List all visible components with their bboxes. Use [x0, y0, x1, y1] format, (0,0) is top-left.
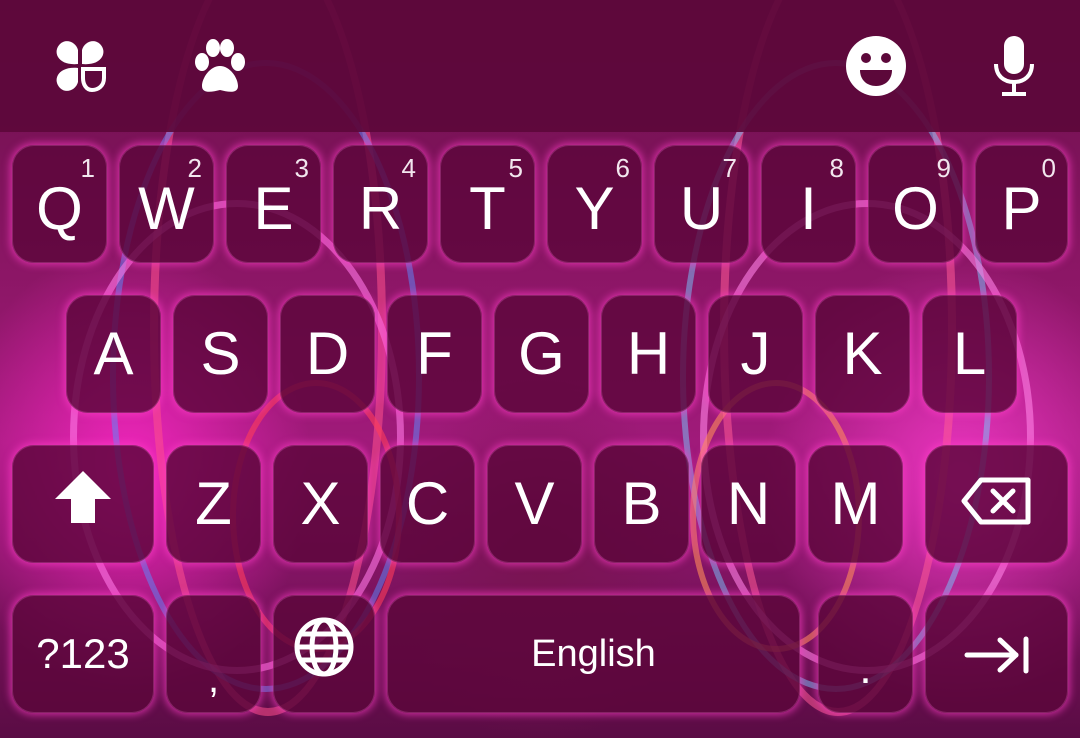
key-l[interactable]: L: [922, 295, 1017, 413]
key-j[interactable]: J: [708, 295, 803, 413]
period-key[interactable]: .: [818, 595, 913, 713]
emoji-icon[interactable]: [844, 34, 908, 98]
key-y[interactable]: 6Y: [547, 145, 642, 263]
key-k[interactable]: K: [815, 295, 910, 413]
symbols-key[interactable]: ?123: [12, 595, 154, 713]
key-c[interactable]: C: [380, 445, 475, 563]
key-n[interactable]: N: [701, 445, 796, 563]
key-label: J: [740, 320, 771, 387]
key-w[interactable]: 2W: [119, 145, 214, 263]
language-key[interactable]: [273, 595, 375, 713]
key-label: Q: [36, 175, 83, 242]
key-hint: 8: [829, 153, 844, 183]
key-label: L: [952, 320, 987, 387]
key-t[interactable]: 5T: [440, 145, 535, 263]
enter-key[interactable]: [925, 595, 1068, 713]
comma-key[interactable]: ,: [166, 595, 261, 713]
key-e[interactable]: 3E: [226, 145, 321, 263]
suggestion-toolbar: [0, 0, 1080, 132]
key-label: T: [469, 175, 506, 242]
key-i[interactable]: 8I: [761, 145, 856, 263]
key-hint: 3: [294, 153, 309, 183]
key-label: U: [679, 175, 724, 242]
key-label: D: [305, 320, 350, 387]
key-label: A: [93, 320, 134, 387]
key-label: C: [405, 470, 450, 537]
key-label: R: [358, 175, 403, 242]
key-hint: 5: [508, 153, 523, 183]
key-label: E: [253, 175, 294, 242]
key-label: B: [621, 470, 662, 537]
key-label: F: [416, 320, 453, 387]
comma-label: ,: [207, 657, 220, 701]
key-label: Y: [574, 175, 615, 242]
key-x[interactable]: X: [273, 445, 368, 563]
microphone-icon[interactable]: [982, 34, 1046, 98]
key-label: V: [514, 470, 555, 537]
key-p[interactable]: 0P: [975, 145, 1068, 263]
key-h[interactable]: H: [601, 295, 696, 413]
key-label: G: [518, 320, 565, 387]
key-b[interactable]: B: [594, 445, 689, 563]
key-label: I: [800, 175, 817, 242]
globe-icon: [293, 616, 355, 692]
key-label: H: [626, 320, 671, 387]
key-hint: 6: [615, 153, 630, 183]
key-o[interactable]: 9O: [868, 145, 963, 263]
key-label: K: [842, 320, 883, 387]
key-z[interactable]: Z: [166, 445, 261, 563]
key-label: N: [726, 470, 771, 537]
key-q[interactable]: 1Q: [12, 145, 107, 263]
key-hint: 0: [1041, 153, 1056, 183]
key-v[interactable]: V: [487, 445, 582, 563]
symbols-label: ?123: [36, 630, 130, 677]
key-hint: 2: [187, 153, 202, 183]
key-a[interactable]: A: [66, 295, 161, 413]
key-label: W: [138, 175, 195, 242]
backspace-icon: [961, 470, 1033, 539]
key-hint: 7: [722, 153, 737, 183]
backspace-key[interactable]: [925, 445, 1068, 563]
key-d[interactable]: D: [280, 295, 375, 413]
key-label: X: [300, 470, 341, 537]
key-label: P: [1001, 175, 1042, 242]
tab-arrow-icon: [964, 620, 1030, 689]
period-label: .: [859, 644, 872, 693]
key-label: M: [830, 470, 881, 537]
key-m[interactable]: M: [808, 445, 903, 563]
paw-icon[interactable]: [188, 34, 252, 98]
space-label: English: [531, 633, 656, 675]
clover-icon[interactable]: [48, 34, 112, 98]
shift-key[interactable]: [12, 445, 154, 563]
key-g[interactable]: G: [494, 295, 589, 413]
key-hint: 1: [80, 153, 95, 183]
key-s[interactable]: S: [173, 295, 268, 413]
key-label: S: [200, 320, 241, 387]
key-hint: 9: [936, 153, 951, 183]
key-hint: 4: [401, 153, 416, 183]
key-r[interactable]: 4R: [333, 145, 428, 263]
shift-icon: [53, 469, 113, 539]
key-u[interactable]: 7U: [654, 145, 749, 263]
space-key[interactable]: English: [387, 595, 800, 713]
key-label: O: [892, 175, 939, 242]
key-label: Z: [195, 470, 232, 537]
key-f[interactable]: F: [387, 295, 482, 413]
